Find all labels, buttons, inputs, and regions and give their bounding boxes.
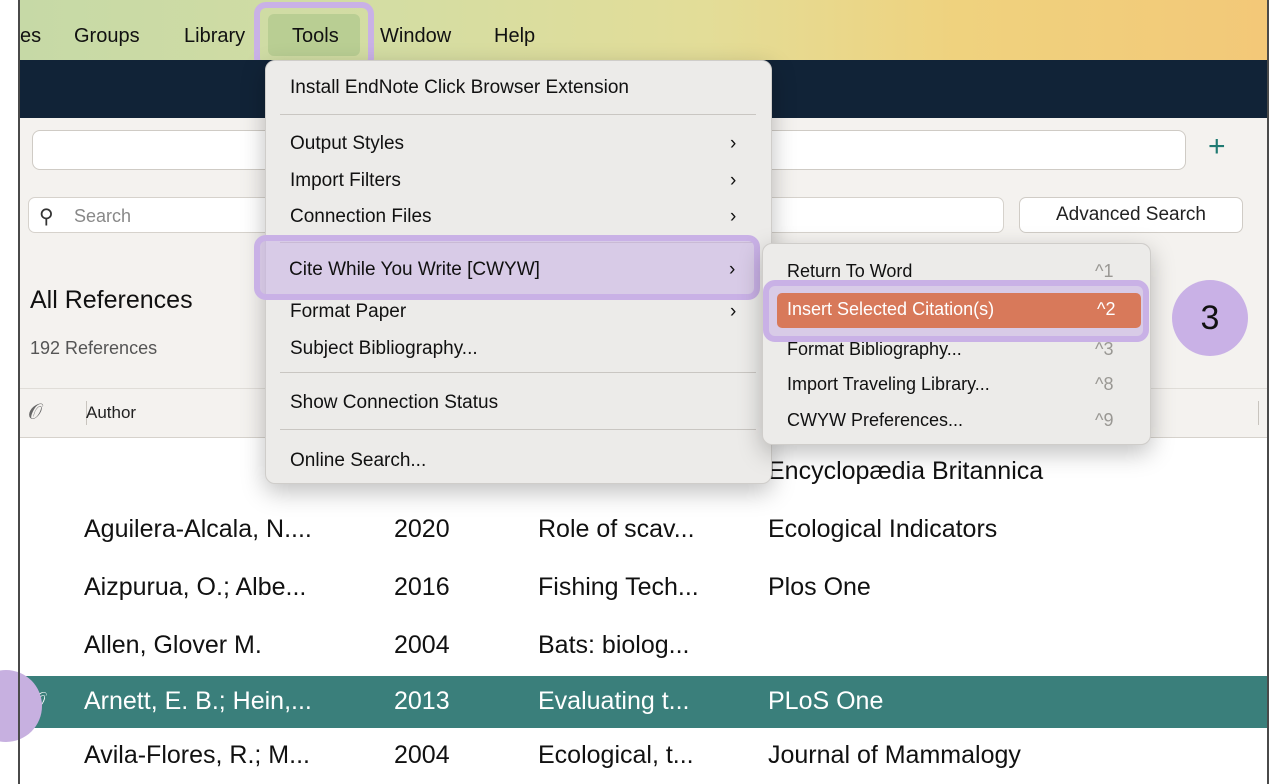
menu-item-files[interactable]: es [20, 26, 41, 46]
chevron-right-icon: › [730, 301, 737, 322]
menu-item-groups[interactable]: Groups [74, 26, 140, 46]
shortcut-label: ^9 [1095, 410, 1114, 430]
row-title: Evaluating t... [538, 687, 690, 715]
row-author: Aguilera-Alcala, N.... [84, 515, 312, 543]
menu-import-filters[interactable]: Import Filters [290, 170, 401, 192]
menu-subject-bibliography[interactable]: Subject Bibliography... [290, 338, 478, 360]
menu-item-help[interactable]: Help [494, 26, 535, 46]
row-journal: Journal of Mammalogy [768, 741, 1021, 769]
step-number-badge: 3 [1172, 280, 1248, 356]
chevron-right-icon: › [730, 133, 737, 154]
add-icon[interactable]: + [1208, 132, 1226, 162]
column-divider [1258, 401, 1259, 425]
chevron-right-icon: › [730, 170, 737, 191]
column-author[interactable]: Author [86, 403, 136, 423]
submenu-format-bibliography[interactable]: Format Bibliography... [787, 339, 962, 360]
menu-divider [280, 372, 756, 373]
menu-item-library[interactable]: Library [184, 26, 245, 46]
row-journal: Ecological Indicators [768, 515, 998, 543]
menu-install-endnote-click[interactable]: Install EndNote Click Browser Extension [290, 77, 629, 99]
row-journal: PLoS One [768, 687, 884, 715]
row-title: Ecological, t... [538, 741, 694, 769]
row-year: 2020 [394, 515, 450, 543]
submenu-insert-selected-citations[interactable]: Insert Selected Citation(s) ^2 [777, 293, 1141, 328]
table-row[interactable]: Allen, Glover M. 2004 Bats: biolog... [20, 620, 1267, 672]
row-author: Aizpurua, O.; Albe... [84, 573, 307, 601]
row-author: Arnett, E. B.; Hein,... [84, 687, 312, 715]
menu-connection-files[interactable]: Connection Files [290, 206, 432, 228]
row-title: Bats: biolog... [538, 631, 690, 659]
menu-online-search[interactable]: Online Search... [290, 450, 426, 472]
row-journal: Encyclopædia Britannica [768, 457, 1044, 485]
table-row[interactable]: Aizpurua, O.; Albe... 2016 Fishing Tech.… [20, 562, 1267, 614]
chevron-right-icon: › [729, 259, 736, 280]
row-author: Avila-Flores, R.; M... [84, 741, 310, 769]
search-icon: ⚲ [39, 206, 54, 228]
submenu-import-traveling-library[interactable]: Import Traveling Library... [787, 374, 990, 395]
row-title: Role of scav... [538, 515, 695, 543]
table-row[interactable]: Aguilera-Alcala, N.... 2020 Role of scav… [20, 504, 1267, 556]
table-row[interactable]: Avila-Flores, R.; M... 2004 Ecological, … [20, 730, 1267, 782]
menu-bar: es Groups Library [18, 0, 1269, 60]
cwyw-submenu: Return To Word ^1 Format Bibliography...… [762, 243, 1151, 445]
row-journal: Plos One [768, 573, 871, 601]
submenu-cwyw-preferences[interactable]: CWYW Preferences... [787, 410, 963, 431]
advanced-search-button[interactable]: Advanced Search [1019, 197, 1243, 233]
menu-format-paper[interactable]: Format Paper [290, 301, 406, 323]
paperclip-icon[interactable]: 𝒪 [28, 399, 42, 425]
search-placeholder: Search [74, 206, 132, 226]
row-year: 2004 [394, 631, 450, 659]
page-title: All References [30, 286, 193, 314]
table-row-selected[interactable]: 𝒪 Arnett, E. B.; Hein,... 2013 Evaluatin… [20, 676, 1267, 728]
menu-output-styles[interactable]: Output Styles [290, 133, 404, 155]
menu-divider [280, 114, 756, 115]
shortcut-label: ^8 [1095, 374, 1114, 394]
menu-item-window[interactable]: Window [380, 26, 451, 46]
menu-divider [280, 429, 756, 430]
row-year: 2013 [394, 687, 450, 715]
submenu-item-label: Insert Selected Citation(s) [787, 299, 995, 319]
row-year: 2016 [394, 573, 450, 601]
submenu-return-to-word[interactable]: Return To Word [787, 261, 912, 282]
shortcut-label: ^2 [1097, 299, 1116, 319]
window-border [18, 0, 20, 784]
row-year: 2004 [394, 741, 450, 769]
row-author: Allen, Glover M. [84, 631, 262, 659]
chevron-right-icon: › [730, 206, 737, 227]
shortcut-label: ^1 [1095, 261, 1114, 281]
shortcut-label: ^3 [1095, 339, 1114, 359]
menu-show-connection-status[interactable]: Show Connection Status [290, 392, 498, 414]
row-title: Fishing Tech... [538, 573, 699, 601]
menu-cite-while-you-write[interactable]: Cite While You Write [CWYW] [289, 259, 540, 281]
reference-count: 192 References [30, 338, 158, 358]
